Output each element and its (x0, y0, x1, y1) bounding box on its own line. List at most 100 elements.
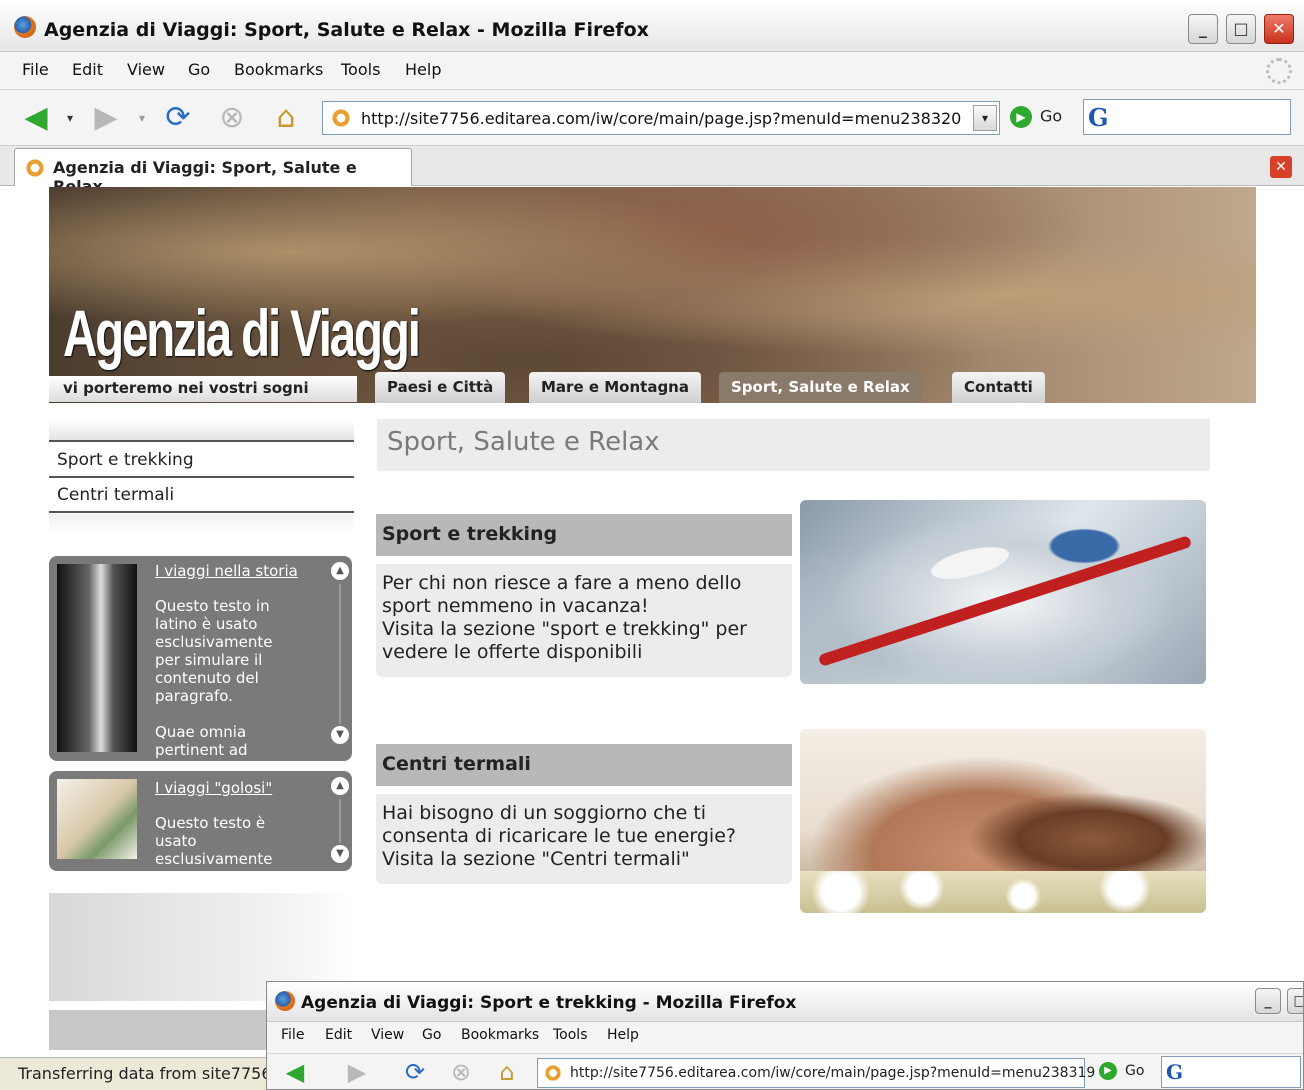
menu-help[interactable]: Help (405, 60, 441, 79)
menu-tools[interactable]: Tools (341, 60, 380, 79)
page-title: Sport, Salute e Relax (377, 419, 1210, 471)
section-heading-centri[interactable]: Centri termali (376, 744, 792, 786)
scrollbar-track[interactable] (339, 799, 341, 843)
news-box-golosi: I viaggi "golosi" Questo testo è usato e… (49, 771, 352, 871)
sidebar-header (49, 420, 354, 442)
go-arrow-icon: ▶ (1010, 106, 1032, 128)
home-icon[interactable]: ⌂ (268, 100, 304, 136)
url-dropdown-icon[interactable]: ▾ (973, 105, 997, 131)
scrollbar-track[interactable] (339, 584, 341, 724)
url-bar[interactable]: http://site7756.editarea.com/iw/core/mai… (322, 101, 1000, 135)
site-banner: Agenzia di Viaggi vi porteremo nei vostr… (49, 187, 1256, 403)
thumb-column-image (57, 564, 137, 752)
menu-view[interactable]: View (371, 1027, 404, 1043)
section-heading-sport[interactable]: Sport e trekking (376, 514, 792, 556)
forward-icon[interactable]: ▶ (88, 100, 124, 136)
throbber-icon (1266, 58, 1292, 84)
search-input[interactable]: G (1083, 99, 1291, 135)
menu-bookmarks[interactable]: Bookmarks (461, 1027, 539, 1043)
tab-favicon-icon (25, 158, 45, 178)
reload-icon[interactable]: ⟳ (397, 1054, 433, 1089)
home-icon[interactable]: ⌂ (489, 1054, 525, 1089)
firefox-logo-icon (14, 16, 36, 38)
maximize-button[interactable]: □ (1226, 14, 1256, 44)
second-window-title: Agenzia di Viaggi: Sport e trekking - Mo… (301, 993, 797, 1013)
box-golosi-text: Questo testo è usato esclusivamente (155, 814, 273, 868)
firefox-logo-icon (275, 991, 295, 1011)
menu-edit[interactable]: Edit (72, 60, 103, 79)
google-search-icon[interactable]: G (1088, 103, 1109, 132)
go-button[interactable]: ▶ Go (1010, 106, 1062, 128)
second-navigation-toolbar: ◀ ▶ ⟳ ⊗ ⌂ http://site7756.editarea.com/i… (267, 1054, 1303, 1089)
second-url-input[interactable]: http://site7756.editarea.com/iw/core/mai… (570, 1065, 1095, 1081)
menu-help[interactable]: Help (607, 1027, 639, 1043)
menu-bar: File Edit View Go Bookmarks Tools Help (0, 52, 1304, 90)
sidebar-item-centri[interactable]: Centri termali (49, 479, 354, 513)
section-body-sport: Per chi non riesce a fare a meno dello s… (376, 564, 792, 677)
menu-file[interactable]: File (22, 60, 49, 79)
tab-active[interactable]: Agenzia di Viaggi: Sport, Salute e Relax (14, 148, 412, 196)
nav-tab-sport[interactable]: Sport, Salute e Relax (719, 372, 922, 403)
reload-icon[interactable]: ⟳ (160, 100, 196, 136)
nav-tab-mare[interactable]: Mare e Montagna (529, 372, 701, 403)
second-window-titlebar: Agenzia di Viaggi: Sport e trekking - Mo… (267, 982, 1303, 1022)
back-icon[interactable]: ◀ (18, 100, 54, 136)
flowers-shape (800, 871, 1206, 913)
go-label: Go (1125, 1063, 1145, 1079)
menu-bookmarks[interactable]: Bookmarks (234, 60, 323, 79)
window-titlebar: Agenzia di Viaggi: Sport, Salute e Relax… (0, 0, 1304, 52)
link-viaggi-storia[interactable]: I viaggi nella storia (155, 562, 298, 580)
second-url-bar[interactable]: http://site7756.editarea.com/iw/core/mai… (537, 1058, 1095, 1088)
thumb-food-image (57, 779, 137, 859)
minimize-button[interactable]: _ (1188, 14, 1218, 44)
menu-go[interactable]: Go (422, 1027, 441, 1043)
link-viaggi-golosi[interactable]: I viaggi "golosi" (155, 779, 272, 797)
second-maximize-button[interactable]: □ (1287, 988, 1303, 1014)
scroll-up-icon[interactable]: ▲ (331, 777, 349, 795)
second-menu-bar: File Edit View Go Bookmarks Tools Help (267, 1022, 1303, 1054)
nav-tab-contatti[interactable]: Contatti (952, 372, 1045, 403)
close-window-button[interactable]: ✕ (1264, 14, 1294, 44)
menu-tools[interactable]: Tools (553, 1027, 588, 1043)
navigation-toolbar: ◀ ▾ ▶ ▾ ⟳ ⊗ ⌂ http://site7756.editarea.c… (0, 90, 1304, 146)
menu-edit[interactable]: Edit (325, 1027, 352, 1043)
go-arrow-icon: ▶ (1099, 1062, 1117, 1080)
site-favicon-icon (331, 108, 351, 128)
tab-bar: Agenzia di Viaggi: Sport, Salute e Relax… (0, 146, 1304, 196)
google-search-icon[interactable]: G (1166, 1060, 1183, 1084)
go-label: Go (1040, 106, 1063, 126)
second-search-input[interactable]: G (1161, 1056, 1301, 1088)
site-logo-title[interactable]: Agenzia di Viaggi (63, 295, 421, 371)
stop-icon[interactable]: ⊗ (443, 1054, 479, 1089)
status-text: Transferring data from site7756. (18, 1064, 277, 1083)
site-favicon-icon (544, 1064, 562, 1082)
window-title: Agenzia di Viaggi: Sport, Salute e Relax… (44, 19, 649, 41)
second-window[interactable]: Agenzia di Viaggi: Sport e trekking - Mo… (266, 981, 1304, 1090)
second-minimize-button[interactable]: _ (1255, 988, 1281, 1014)
sidebar-footer (49, 514, 354, 534)
scroll-up-icon[interactable]: ▲ (331, 562, 349, 580)
menu-go[interactable]: Go (188, 60, 210, 79)
news-box-storia: I viaggi nella storia Questo testo in la… (49, 556, 352, 761)
kayak-photo[interactable] (800, 500, 1206, 684)
forward-dropdown-icon[interactable]: ▾ (132, 100, 152, 136)
section-body-centri: Hai bisogno di un soggiorno che ti conse… (376, 794, 792, 884)
sidebar-item-sport[interactable]: Sport e trekking (49, 444, 354, 478)
stop-icon[interactable]: ⊗ (214, 100, 250, 136)
second-go-button[interactable]: ▶ Go (1099, 1062, 1144, 1080)
forward-icon[interactable]: ▶ (339, 1054, 375, 1089)
url-input[interactable]: http://site7756.editarea.com/iw/core/mai… (361, 109, 961, 128)
spa-photo[interactable] (800, 729, 1206, 913)
back-icon[interactable]: ◀ (277, 1054, 313, 1089)
nav-tab-paesi[interactable]: Paesi e Città (375, 372, 506, 403)
paddle-shape (928, 540, 1012, 586)
page-viewport: Agenzia di Viaggi vi porteremo nei vostr… (0, 187, 1304, 1057)
menu-view[interactable]: View (127, 60, 165, 79)
back-dropdown-icon[interactable]: ▾ (60, 100, 80, 136)
site-tagline: vi porteremo nei vostri sogni (49, 376, 357, 402)
scroll-down-icon[interactable]: ▼ (331, 845, 349, 863)
menu-file[interactable]: File (281, 1027, 304, 1043)
close-tab-icon[interactable]: ✕ (1270, 156, 1292, 178)
box-storia-text: Questo testo in latino è usato esclusiva… (155, 597, 273, 759)
scroll-down-icon[interactable]: ▼ (331, 726, 349, 744)
